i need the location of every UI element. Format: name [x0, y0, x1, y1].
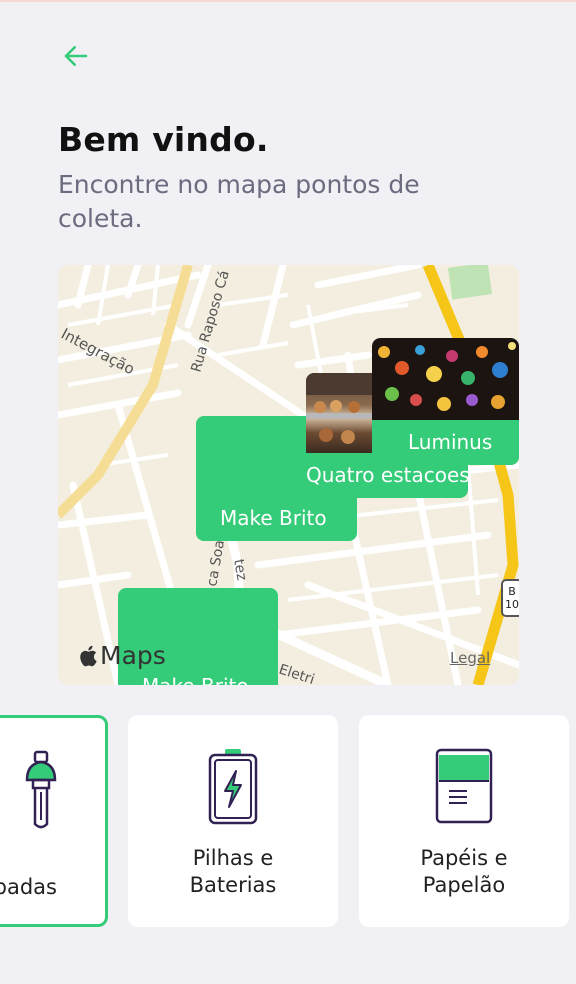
map-marker-label: Luminus	[408, 430, 493, 454]
maps-brand-text: Maps	[100, 641, 166, 670]
item-label: Papéis e Papelão	[420, 846, 508, 897]
items-grid: padas Pilhas e Baterias Papéis e Papelão	[0, 715, 576, 930]
page-title: Bem vindo.	[58, 120, 269, 159]
map-view[interactable]: Integração Rua Raposo Cá ca Soa tez Elet…	[58, 265, 519, 685]
paper-icon	[435, 748, 493, 824]
arrow-left-icon	[64, 46, 88, 66]
map-marker-make-brito-2[interactable]: Make Brito	[118, 588, 278, 685]
item-label: padas	[0, 875, 57, 899]
map-marker-label: Quatro estacoes	[306, 463, 468, 487]
page-subtitle: Encontre no mapa pontos de coleta.	[58, 170, 420, 233]
maps-brand: Maps	[78, 641, 166, 670]
screen: Bem vindo. Encontre no mapa pontos de co…	[0, 0, 576, 984]
back-button[interactable]	[58, 38, 94, 74]
battery-icon	[208, 749, 258, 825]
legal-link[interactable]: Legal	[450, 649, 490, 667]
map-marker-label: Make Brito	[142, 674, 249, 685]
bakery-photo	[306, 373, 374, 453]
route-shield: B 10	[501, 579, 519, 617]
apple-logo-icon	[80, 645, 97, 666]
map-marker-label: Make Brito	[220, 506, 327, 530]
item-pilhas-baterias[interactable]: Pilhas e Baterias	[128, 715, 338, 927]
lamps-photo	[372, 338, 519, 420]
status-line	[0, 0, 576, 2]
item-papeis-papelao[interactable]: Papéis e Papelão	[359, 715, 569, 927]
item-label: Pilhas e Baterias	[189, 846, 277, 897]
map-marker-luminus[interactable]: Luminus	[372, 338, 519, 465]
item-lampadas[interactable]: padas	[0, 715, 108, 927]
lamp-icon	[25, 750, 57, 829]
